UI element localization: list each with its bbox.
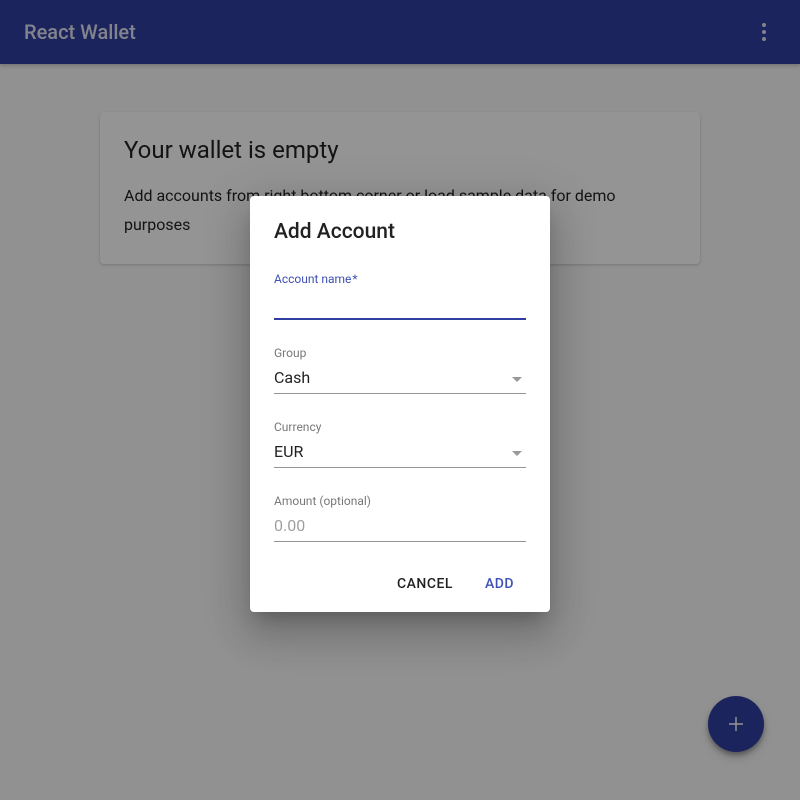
- group-field: Group Cash: [274, 346, 526, 394]
- add-account-dialog: Add Account Account name* Group Cash Cur…: [250, 196, 550, 612]
- account-name-label: Account name*: [274, 272, 526, 286]
- dialog-title: Add Account: [274, 220, 526, 244]
- dialog-actions: Cancel Add: [274, 568, 526, 600]
- group-select[interactable]: Cash: [274, 364, 526, 394]
- group-label: Group: [274, 346, 526, 360]
- amount-input[interactable]: [274, 512, 526, 542]
- cancel-button[interactable]: Cancel: [385, 568, 465, 600]
- currency-field: Currency EUR: [274, 420, 526, 468]
- account-name-field: Account name*: [274, 272, 526, 320]
- currency-label: Currency: [274, 420, 526, 434]
- add-button[interactable]: Add: [473, 568, 526, 600]
- currency-select[interactable]: EUR: [274, 438, 526, 468]
- amount-label: Amount (optional): [274, 494, 526, 508]
- amount-field: Amount (optional): [274, 494, 526, 542]
- account-name-input[interactable]: [274, 290, 526, 320]
